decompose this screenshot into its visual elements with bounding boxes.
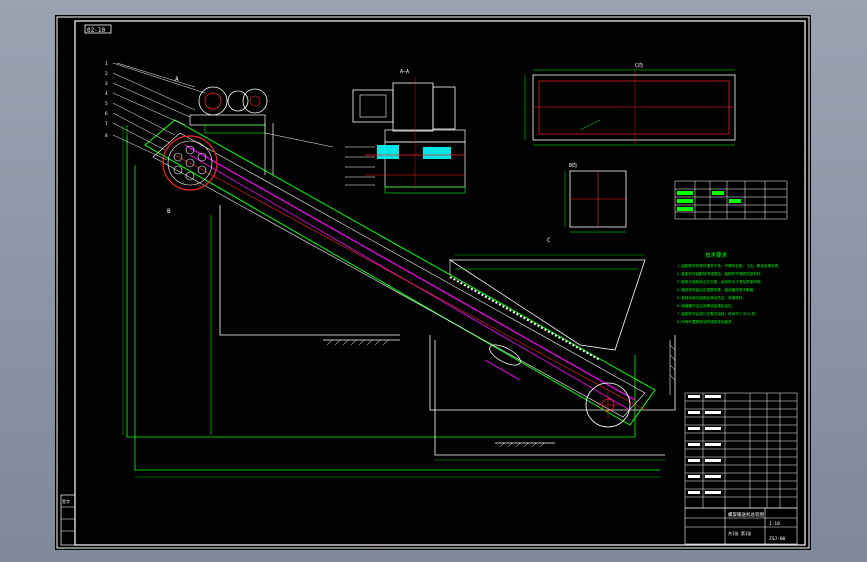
cad-drawing-sheet[interactable]: 02-10 签字 1 2 3 4 5 6 7 8 A B C A—A C向 B向… xyxy=(55,15,811,550)
drive-gear-large xyxy=(198,86,228,116)
small-view-title: B向 xyxy=(569,162,577,169)
title-block-scale: 1:10 xyxy=(769,521,780,527)
section-view-title: A—A xyxy=(400,69,409,75)
svg-text:5: 5 xyxy=(105,101,108,107)
small-view-b: B向 xyxy=(564,162,627,233)
tech-req-2: 2.各密封件装配前须浸透油，装配时不得损伤密封件。 xyxy=(677,271,764,276)
tech-req-title: 技术要求 xyxy=(705,251,728,259)
svg-text:8: 8 xyxy=(105,133,108,139)
bill-of-materials xyxy=(684,392,798,509)
svg-text:4: 4 xyxy=(105,91,108,97)
left-strip-label: 签字 xyxy=(62,498,70,504)
drawing-canvas: 02-10 签字 12 34 56 78 A B C A—A C向 B向 技术要… xyxy=(56,16,810,549)
main-elevation-view: 1 2 3 4 5 6 7 8 A B C xyxy=(105,61,676,478)
title-block-drawing-name: 螺旋输送机总装图 xyxy=(728,511,764,518)
svg-text:6: 6 xyxy=(105,111,108,117)
tech-req-5: 5.各转动部位装配后转动灵活，润滑良好。 xyxy=(677,295,746,300)
section-mark-b: B xyxy=(167,208,171,215)
tech-req-1: 1.装配前所有零件清洗干净，不得有毛刺、飞边、氧化皮等杂质。 xyxy=(677,263,782,268)
corner-tag: 02-10 xyxy=(87,27,105,34)
tech-req-4: 4.输送带安装后应调整张紧，保证输送带不跑偏。 xyxy=(677,287,757,292)
svg-text:2: 2 xyxy=(105,71,108,77)
tech-req-6: 6.减速器内加注润滑油至规定油位。 xyxy=(677,303,735,308)
svg-text:7: 7 xyxy=(105,121,108,127)
title-block-sheet: 共1张 第1张 xyxy=(728,530,751,536)
section-view-a: A—A xyxy=(345,69,466,194)
top-view-title: C向 xyxy=(635,62,643,69)
tech-req-8: 8.所有外露表面涂防锈底漆及面漆。 xyxy=(677,319,735,324)
svg-text:1: 1 xyxy=(105,61,108,67)
title-block-code: ZSJ-00 xyxy=(769,536,786,542)
section-mark-c: C xyxy=(547,237,551,244)
section-mark-a: A xyxy=(175,76,179,83)
svg-text:3: 3 xyxy=(105,81,108,87)
tech-req-3: 3.链条与链轮啮合应平稳，运转时无卡滞及异常声响。 xyxy=(677,279,764,284)
technical-requirements: 技术要求 1.装配前所有零件清洗干净，不得有毛刺、飞边、氧化皮等杂质。 2.各密… xyxy=(677,251,782,324)
tech-req-7: 7.装配完毕后进行空载试运转，时间不少于2小时。 xyxy=(677,311,759,316)
top-view-c: C向 xyxy=(524,62,736,146)
